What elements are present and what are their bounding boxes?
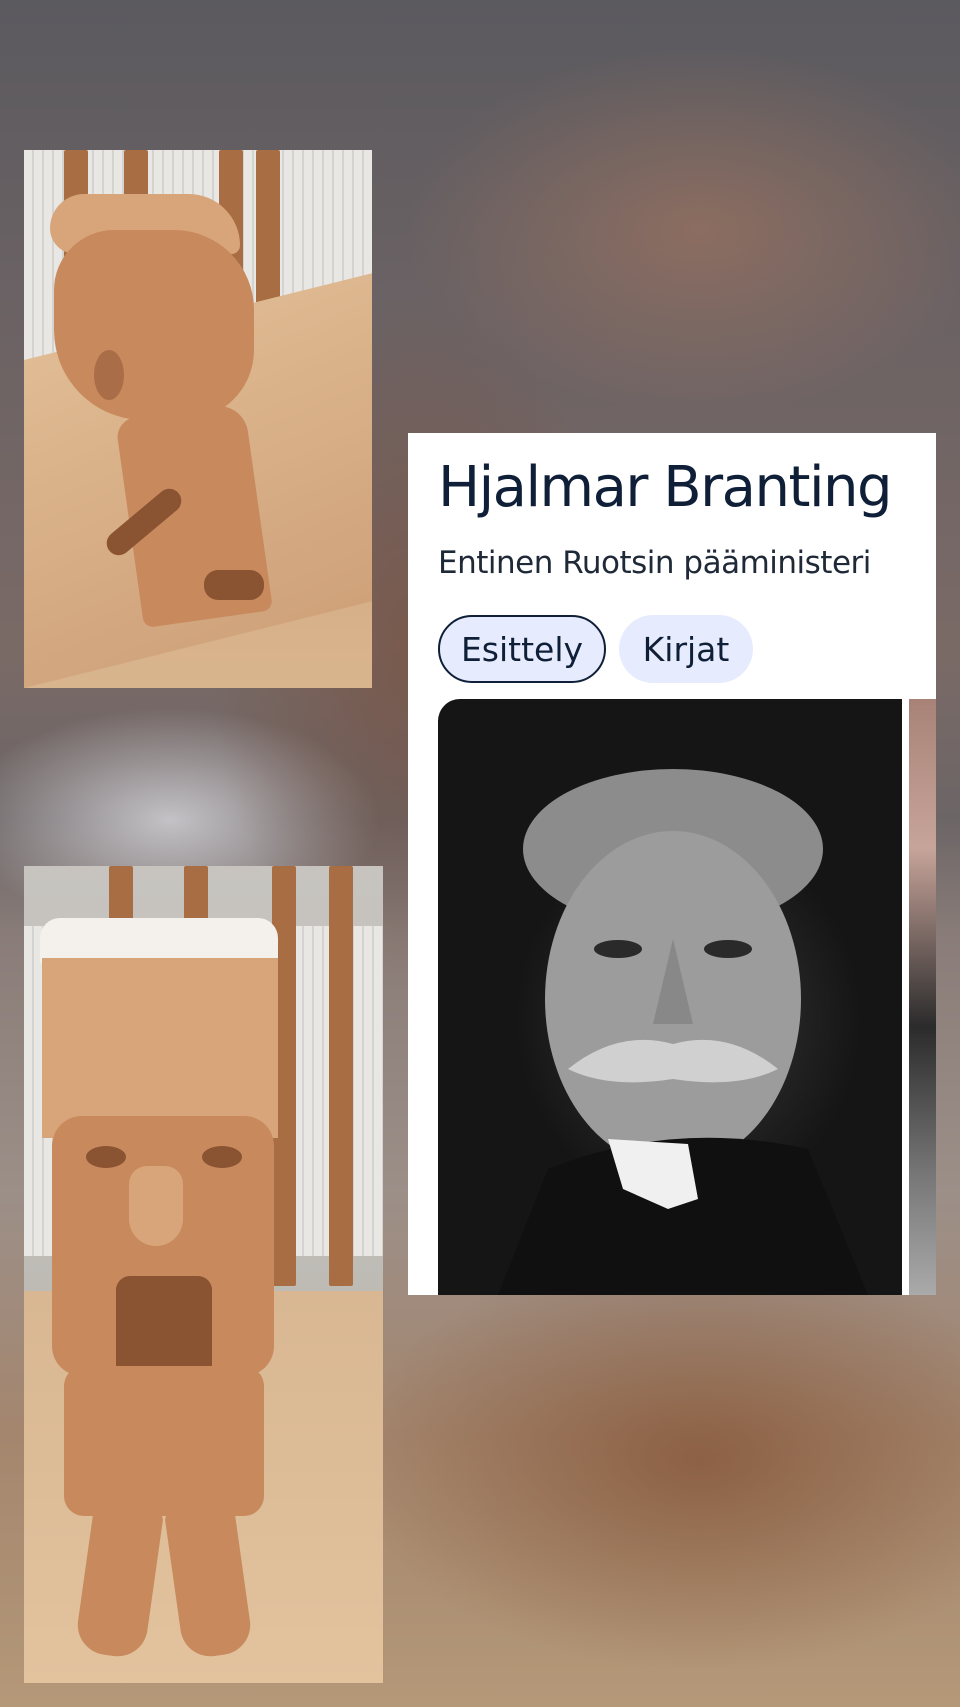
tab-esittely-label: Esittely: [460, 629, 584, 669]
portrait-eye: [704, 940, 752, 958]
carving-head: [54, 230, 254, 420]
tab-kirjat[interactable]: Kirjat: [619, 615, 753, 683]
knowledge-panel-card: Hjalmar Branting Entinen Ruotsin päämini…: [408, 433, 936, 1295]
portrait-illustration: [498, 769, 868, 1295]
carving-leg: [204, 570, 264, 600]
carving-hair: [42, 958, 278, 1138]
carving-body: [64, 1366, 264, 1516]
carving-leg: [163, 1501, 255, 1661]
carving-leg: [73, 1501, 165, 1661]
portrait-eye: [594, 940, 642, 958]
carving-eye: [202, 1146, 242, 1168]
chair-spindle: [329, 866, 353, 1286]
tab-esittely[interactable]: Esittely: [438, 615, 606, 683]
entity-title: Hjalmar Branting: [438, 455, 893, 520]
entity-subtitle: Entinen Ruotsin pääministeri: [438, 545, 871, 581]
carving-eye: [86, 1146, 126, 1168]
photo-carving-side-view: [24, 150, 372, 688]
photo-carving-front-view: [24, 866, 383, 1683]
carving-ear: [94, 350, 124, 400]
carving-nose: [129, 1166, 183, 1246]
portrait-photo[interactable]: [438, 699, 902, 1295]
tab-kirjat-label: Kirjat: [642, 629, 730, 669]
next-image-preview[interactable]: [909, 699, 936, 1295]
